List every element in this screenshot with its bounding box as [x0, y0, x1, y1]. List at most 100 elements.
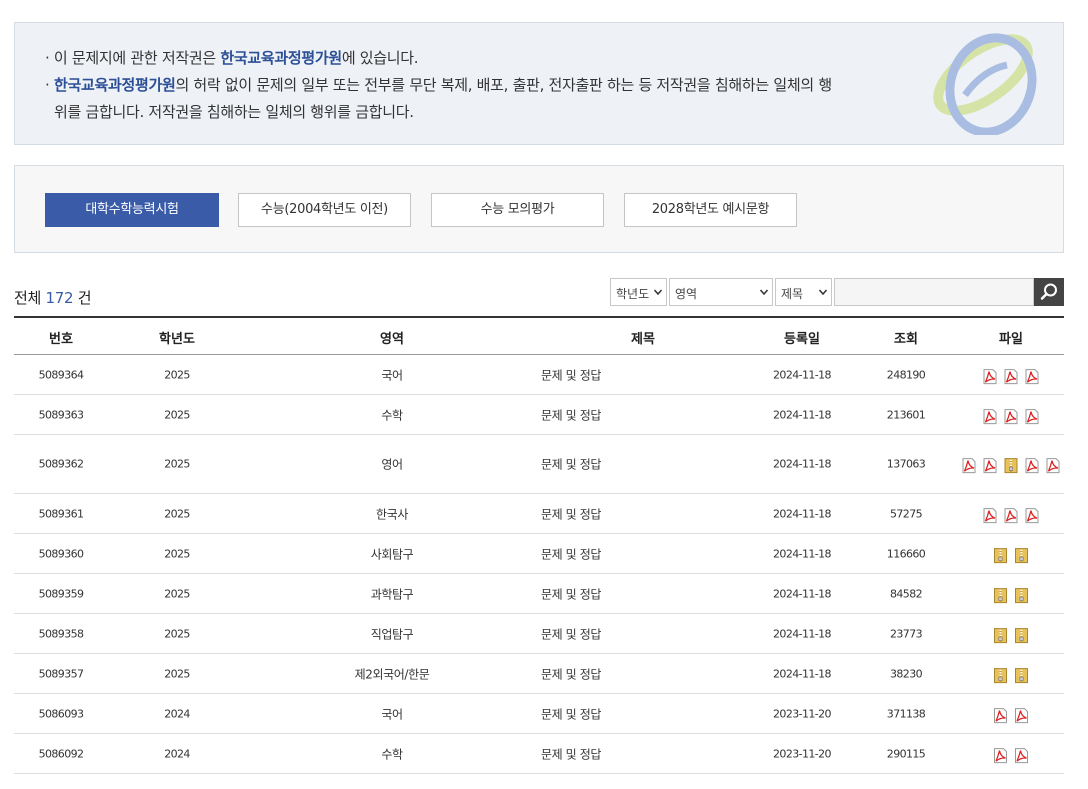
header-number: 번호	[49, 332, 73, 347]
chevron-down-icon	[819, 289, 827, 296]
pdf-file-icon[interactable]	[993, 747, 1009, 763]
category-tabs: 대학수학능력시험 수능(2004학년도 이전) 수능 모의평가 2028학년도 …	[14, 165, 1064, 253]
cell-number: 5086093	[38, 707, 84, 720]
notice-line-3: 위를 금합니다. 저작권을 침해하는 일체의 행위를 금합니다.	[54, 103, 414, 121]
cell-year: 2025	[164, 587, 190, 600]
cell-area: 사회탐구	[370, 547, 414, 561]
exam-table: 번호 학년도 영역 제목 등록일 조회 파일 5089364 2025 국어 문제 및…	[14, 316, 1064, 774]
zip-file-icon[interactable]	[993, 587, 1009, 603]
total-count-number: 172	[45, 289, 74, 307]
table-row: 5086092 2024 수학 문제 및 정답 2023-11-20 290115	[14, 734, 1064, 774]
file-downloads	[993, 747, 1030, 763]
pdf-file-icon[interactable]	[1024, 368, 1040, 384]
cell-views: 248190	[886, 368, 926, 381]
cell-title[interactable]: 문제 및 정답	[541, 366, 601, 383]
search-field-select[interactable]: 제목	[775, 278, 832, 306]
cell-area: 직업탐구	[370, 627, 414, 641]
cell-year: 2025	[164, 667, 190, 680]
file-downloads	[993, 707, 1030, 723]
pdf-file-icon[interactable]	[1024, 458, 1040, 474]
tab-csat[interactable]: 대학수학능력시험	[45, 193, 219, 227]
header-area: 영역	[380, 332, 404, 347]
cell-date: 2024-11-18	[773, 587, 832, 600]
notice-line-1: · 이 문제지에 관한 저작권은 한국교육과정평가원에 있습니다.	[45, 49, 419, 67]
pdf-file-icon[interactable]	[1045, 458, 1061, 474]
cell-title[interactable]: 문제 및 정답	[541, 745, 601, 762]
pdf-file-icon[interactable]	[1024, 408, 1040, 424]
table-row: 5089360 2025 사회탐구 문제 및 정답 2024-11-18 116660	[14, 534, 1064, 574]
cell-title[interactable]: 문제 및 정답	[541, 456, 601, 473]
table-row: 5089359 2025 과학탐구 문제 및 정답 2024-11-18 84582	[14, 574, 1064, 614]
cell-number: 5089359	[38, 587, 84, 600]
cell-title[interactable]: 문제 및 정답	[541, 505, 601, 522]
pdf-file-icon[interactable]	[961, 458, 977, 474]
pdf-file-icon[interactable]	[1024, 507, 1040, 523]
pdf-file-icon[interactable]	[982, 408, 998, 424]
organization-name: 한국교육과정평가원	[53, 76, 176, 94]
pdf-file-icon[interactable]	[1014, 747, 1030, 763]
cell-views: 116660	[886, 547, 926, 560]
zip-file-icon[interactable]	[1014, 547, 1030, 563]
pdf-file-icon[interactable]	[1014, 707, 1030, 723]
pdf-file-icon[interactable]	[1003, 368, 1019, 384]
pdf-file-icon[interactable]	[982, 368, 998, 384]
header-date: 등록일	[784, 332, 820, 347]
cell-number: 5089357	[38, 667, 84, 680]
cell-date: 2023-11-20	[773, 707, 832, 720]
cell-title[interactable]: 문제 및 정답	[541, 705, 601, 722]
cell-number: 5089363	[38, 408, 84, 421]
cell-date: 2024-11-18	[773, 457, 832, 471]
file-downloads	[993, 627, 1030, 643]
table-row: 5089364 2025 국어 문제 및 정답 2024-11-18 248190	[14, 355, 1064, 395]
zip-file-icon[interactable]	[1014, 667, 1030, 683]
cell-views: 213601	[886, 408, 926, 421]
cell-title[interactable]: 문제 및 정답	[541, 585, 601, 602]
header-views: 조회	[894, 332, 918, 347]
cell-views: 23773	[890, 627, 923, 640]
cell-title[interactable]: 문제 및 정답	[541, 665, 601, 682]
cell-views: 290115	[886, 747, 926, 760]
cell-title[interactable]: 문제 및 정답	[541, 406, 601, 423]
header-title: 제목	[631, 332, 655, 347]
cell-number: 5089358	[38, 627, 84, 640]
tab-2028-sample[interactable]: 2028학년도 예시문항	[624, 193, 797, 227]
cell-number: 5089361	[38, 507, 84, 520]
cell-area: 국어	[381, 707, 403, 721]
pdf-file-icon[interactable]	[1003, 408, 1019, 424]
notice-line-2: · 한국교육과정평가원의 허락 없이 문제의 일부 또는 전부를 무단 복제, …	[45, 76, 832, 94]
pdf-file-icon[interactable]	[1003, 507, 1019, 523]
cell-date: 2024-11-18	[773, 408, 832, 421]
zip-file-icon[interactable]	[993, 667, 1009, 683]
search-icon	[1040, 283, 1057, 300]
cell-area: 수학	[381, 408, 403, 422]
cell-year: 2024	[164, 747, 190, 760]
cell-area: 영어	[381, 457, 403, 472]
tab-csat-before-2004[interactable]: 수능(2004학년도 이전)	[238, 193, 411, 227]
chevron-down-icon	[654, 289, 662, 296]
cell-area: 수학	[381, 747, 403, 761]
zip-file-icon[interactable]	[1014, 627, 1030, 643]
file-downloads	[993, 667, 1030, 683]
cell-date: 2024-11-18	[773, 667, 832, 680]
year-select[interactable]: 학년도	[610, 278, 667, 306]
zip-file-icon[interactable]	[1014, 587, 1030, 603]
cell-year: 2025	[164, 457, 190, 471]
pdf-file-icon[interactable]	[982, 507, 998, 523]
table-row: 5089363 2025 수학 문제 및 정답 2024-11-18 213601	[14, 395, 1064, 435]
file-downloads	[982, 408, 1040, 424]
tab-mock-exam[interactable]: 수능 모의평가	[431, 193, 604, 227]
zip-file-icon[interactable]	[993, 547, 1009, 563]
pdf-file-icon[interactable]	[993, 707, 1009, 723]
kice-logo-icon	[933, 33, 1037, 135]
cell-title[interactable]: 문제 및 정답	[541, 625, 601, 642]
cell-area: 제2외국어/한문	[354, 667, 430, 681]
zip-file-icon[interactable]	[1003, 458, 1019, 474]
search-input[interactable]	[834, 278, 1034, 306]
area-select[interactable]: 영역	[669, 278, 773, 306]
chevron-down-icon	[760, 289, 768, 296]
cell-title[interactable]: 문제 및 정답	[541, 545, 601, 562]
search-button[interactable]	[1034, 278, 1064, 306]
pdf-file-icon[interactable]	[982, 458, 998, 474]
cell-year: 2025	[164, 368, 190, 381]
zip-file-icon[interactable]	[993, 627, 1009, 643]
